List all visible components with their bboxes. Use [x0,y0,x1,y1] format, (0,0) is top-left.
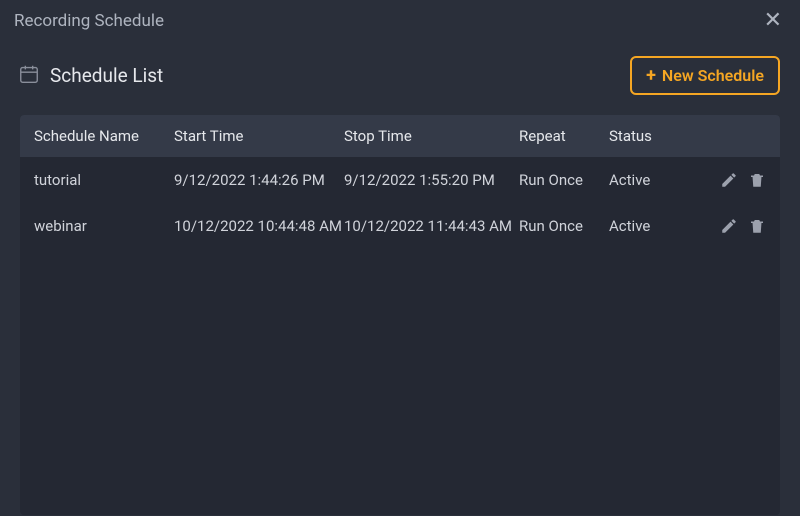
window-title: Recording Schedule [14,11,164,31]
cell-start: 9/12/2022 1:44:26 PM [174,171,344,189]
cell-repeat: Run Once [519,171,609,189]
cell-status: Active [609,171,684,189]
delete-icon[interactable] [748,171,766,189]
schedule-table: Schedule Name Start Time Stop Time Repea… [20,115,780,515]
cell-stop: 9/12/2022 1:55:20 PM [344,171,519,189]
cell-actions [684,217,766,235]
col-header-repeat: Repeat [519,127,609,145]
cell-name: tutorial [34,171,174,189]
new-schedule-label: New Schedule [662,66,764,85]
col-header-actions [684,127,766,145]
cell-actions [684,171,766,189]
edit-icon[interactable] [720,171,738,189]
cell-repeat: Run Once [519,217,609,235]
table-row: tutorial 9/12/2022 1:44:26 PM 9/12/2022 … [20,157,780,203]
delete-icon[interactable] [748,217,766,235]
col-header-name: Schedule Name [34,127,174,145]
cell-name: webinar [34,217,174,235]
cell-stop: 10/12/2022 11:44:43 AM [344,217,519,235]
cell-start: 10/12/2022 10:44:48 AM [174,217,344,235]
edit-icon[interactable] [720,217,738,235]
new-schedule-button[interactable]: + New Schedule [630,56,780,95]
table-row: webinar 10/12/2022 10:44:48 AM 10/12/202… [20,203,780,249]
col-header-stop: Stop Time [344,127,519,145]
col-header-start: Start Time [174,127,344,145]
plus-icon: + [646,67,656,85]
header-left: Schedule List [18,63,163,89]
table-header: Schedule Name Start Time Stop Time Repea… [20,115,780,157]
close-icon[interactable]: ✕ [760,8,786,34]
titlebar: Recording Schedule ✕ [0,0,800,40]
page-title: Schedule List [50,64,163,87]
header-row: Schedule List + New Schedule [0,40,800,107]
cell-status: Active [609,217,684,235]
calendar-icon [18,63,40,89]
col-header-status: Status [609,127,684,145]
